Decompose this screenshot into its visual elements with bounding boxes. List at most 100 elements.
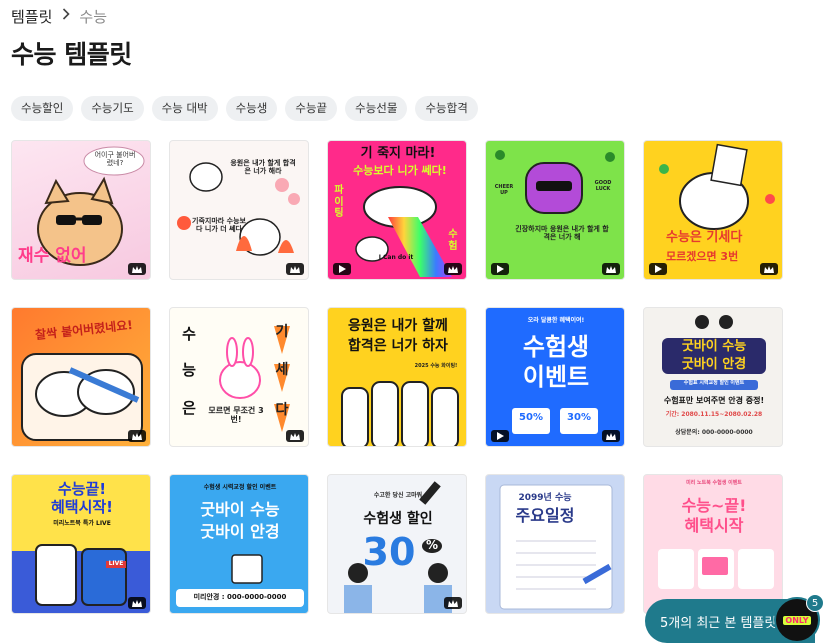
template-card[interactable]: 수험생 시력교정 할인 이벤트 굿바이 수능 굿바이 안경 미리안경 : 000… <box>169 474 309 614</box>
card-text: 어이구 불어버렸네? <box>94 151 136 168</box>
breadcrumb-templates-link[interactable]: 템플릿 <box>11 6 52 27</box>
card-text: % <box>422 538 442 553</box>
premium-crown-icon <box>128 263 146 275</box>
card-text: 이벤트 <box>522 363 590 391</box>
card-text: 수능은 기세다 <box>666 230 743 245</box>
card-text: 2025 수능 화이팅! <box>414 363 458 369</box>
template-card[interactable]: 수능은 기세다 모르겠으면 3번 <box>643 140 783 280</box>
card-text: 기 죽지 마라! <box>360 146 436 161</box>
card-text: 수능끝! <box>57 480 107 498</box>
card-text: 긴장하지마 응원은 내가 할게 합격은 너가 해 <box>515 225 609 242</box>
template-card[interactable]: 2099년 수능 주요일정 <box>485 474 625 614</box>
card-text: LIVE <box>106 560 126 568</box>
card-text: 세 <box>275 362 289 378</box>
card-text: 응원은 내가 할게 합격은 너가 해라 <box>230 159 296 176</box>
premium-crown-icon <box>602 430 620 442</box>
card-text: 미리안경 : 000-0000-0000 <box>193 593 287 601</box>
template-card[interactable]: 긴장하지마 응원은 내가 할게 합격은 너가 해 CHEER UP GOOD L… <box>485 140 625 280</box>
card-text: 굿바이 수능 <box>681 339 747 354</box>
card-text: CHEER UP <box>494 184 514 196</box>
card-text: 주요일정 <box>515 506 575 525</box>
premium-crown-icon <box>444 263 462 275</box>
video-play-icon <box>649 263 667 275</box>
premium-crown-icon <box>128 430 146 442</box>
card-text: 수험 <box>448 229 458 252</box>
card-text: 다 <box>275 402 289 418</box>
card-text: 미리노트북 특가 LIVE <box>53 520 111 527</box>
card-text: I Can do it <box>378 254 414 261</box>
card-text: 굿바이 안경 <box>200 522 280 541</box>
card-text: 합격은 너가 하자 <box>348 338 448 354</box>
template-card[interactable]: 응원은 내가 할게 합격은 너가 해라 기죽지마라 수능보다 니가 더 쎄다 <box>169 140 309 280</box>
template-card[interactable]: 굿바이 수능 굿바이 안경 수험표 시력교정 할인 이벤트 수험표만 보여주면 … <box>643 307 783 447</box>
template-card[interactable]: 찰싹 붙어버렸네요! <box>11 307 151 447</box>
card-text: 30% <box>567 412 591 423</box>
card-text: 파이팅 <box>334 185 344 219</box>
card-text: 미리 노트북 수험생 이벤트 <box>686 480 742 486</box>
card-text: 혜택시작 <box>684 516 744 535</box>
template-card[interactable]: 어이구 불어버렸네? 재수 없어 <box>11 140 151 280</box>
card-text: GOOD LUCK <box>594 180 612 192</box>
breadcrumb: 템플릿 수능 <box>11 6 107 26</box>
card-text: 50% <box>519 412 543 423</box>
card-text: 기 <box>275 324 289 340</box>
premium-crown-icon <box>602 263 620 275</box>
page-title: 수능 템플릿 <box>11 40 132 69</box>
recent-count-badge: 5 <box>806 594 824 612</box>
students-illustration <box>644 308 782 446</box>
card-text: 능 <box>182 361 196 379</box>
card-text: 2099년 수능 <box>518 493 572 503</box>
tag-chip[interactable]: 수능끝 <box>285 96 338 121</box>
card-text: 기간: 2080.11.15~2080.02.28 <box>665 411 763 418</box>
premium-crown-icon <box>286 430 304 442</box>
tag-chip[interactable]: 수능생 <box>225 96 278 121</box>
card-text: 은 <box>182 399 196 417</box>
template-card[interactable]: 수고한 당신 고마워 수험생 할인 30 % <box>327 474 467 614</box>
video-play-icon <box>491 430 509 442</box>
recent-templates-label: 5개의 최근 본 템플릿 <box>660 615 777 631</box>
template-card[interactable]: 수 능 은 기 세 다 모르면 무조건 3번! <box>169 307 309 447</box>
template-card[interactable]: 수능끝! 혜택시작! 미리노트북 특가 LIVE LIVE <box>11 474 151 614</box>
card-text: 재수 없어 <box>18 246 87 266</box>
card-text: 응원은 내가 할께 <box>348 318 448 334</box>
card-text: 수능~끝! <box>681 496 747 515</box>
card-text: 혜택시작! <box>50 498 114 516</box>
purple-creature-illustration <box>486 141 624 279</box>
breadcrumb-current: 수능 <box>79 7 108 26</box>
tag-chip[interactable]: 수능할인 <box>11 96 74 121</box>
card-text: 수능보다 니가 쎄다! <box>353 164 447 177</box>
card-text: 수험생 할인 <box>363 511 433 527</box>
template-grid: 어이구 불어버렸네? 재수 없어 응원은 내가 할게 합격은 너가 해라 기죽지… <box>11 140 783 614</box>
premium-crown-icon <box>128 597 146 609</box>
premium-crown-icon <box>444 597 462 609</box>
video-play-icon <box>491 263 509 275</box>
card-text: 수험표만 보여주면 안경 증정! <box>663 396 765 405</box>
tag-chip-list: 수능할인 수능기도 수능 대박 수능생 수능끝 수능선물 수능합격 <box>11 96 478 121</box>
card-text: 30 <box>362 530 416 574</box>
card-text: 수험생 시력교정 할인 이벤트 <box>203 484 277 491</box>
premium-crown-icon <box>286 263 304 275</box>
template-card[interactable]: 오라 달콤한 혜택이여! 수험생 이벤트 50% 30% <box>485 307 625 447</box>
tag-chip[interactable]: 수능 대박 <box>151 96 218 121</box>
card-text: 굿바이 수능 <box>200 500 280 519</box>
template-card[interactable]: 기 죽지 마라! 수능보다 니가 쎄다! 파이팅 I Can do it 수험 <box>327 140 467 280</box>
template-card[interactable]: 응원은 내가 할께 합격은 너가 하자 2025 수능 화이팅! <box>327 307 467 447</box>
card-text: 굿바이 안경 <box>681 357 747 372</box>
card-text: 수험표 시력교정 할인 이벤트 <box>683 380 745 386</box>
template-card[interactable]: 미리 노트북 수험생 이벤트 수능~끝! 혜택시작 <box>643 474 783 614</box>
card-text: 수험생 <box>522 333 590 361</box>
card-text: 수 <box>182 325 196 343</box>
tag-chip[interactable]: 수능선물 <box>345 96 408 121</box>
tag-chip[interactable]: 수능기도 <box>81 96 144 121</box>
card-text: 모르겠으면 3번 <box>666 250 739 263</box>
card-text: 모르면 무조건 3번! <box>208 406 264 425</box>
tag-chip[interactable]: 수능합격 <box>415 96 478 121</box>
card-text: 기죽지마라 수능보다 니가 더 쎄다 <box>192 217 246 234</box>
card-text: 수고한 당신 고마워 <box>373 492 423 499</box>
thumbnail-text: ONLY <box>783 615 811 625</box>
premium-crown-icon <box>760 263 778 275</box>
card-text: 오라 달콤한 혜택이여! <box>527 317 585 324</box>
card-text: 상담문의: 000-0000-0000 <box>675 429 753 436</box>
chevron-right-icon <box>62 8 71 24</box>
video-play-icon <box>333 263 351 275</box>
